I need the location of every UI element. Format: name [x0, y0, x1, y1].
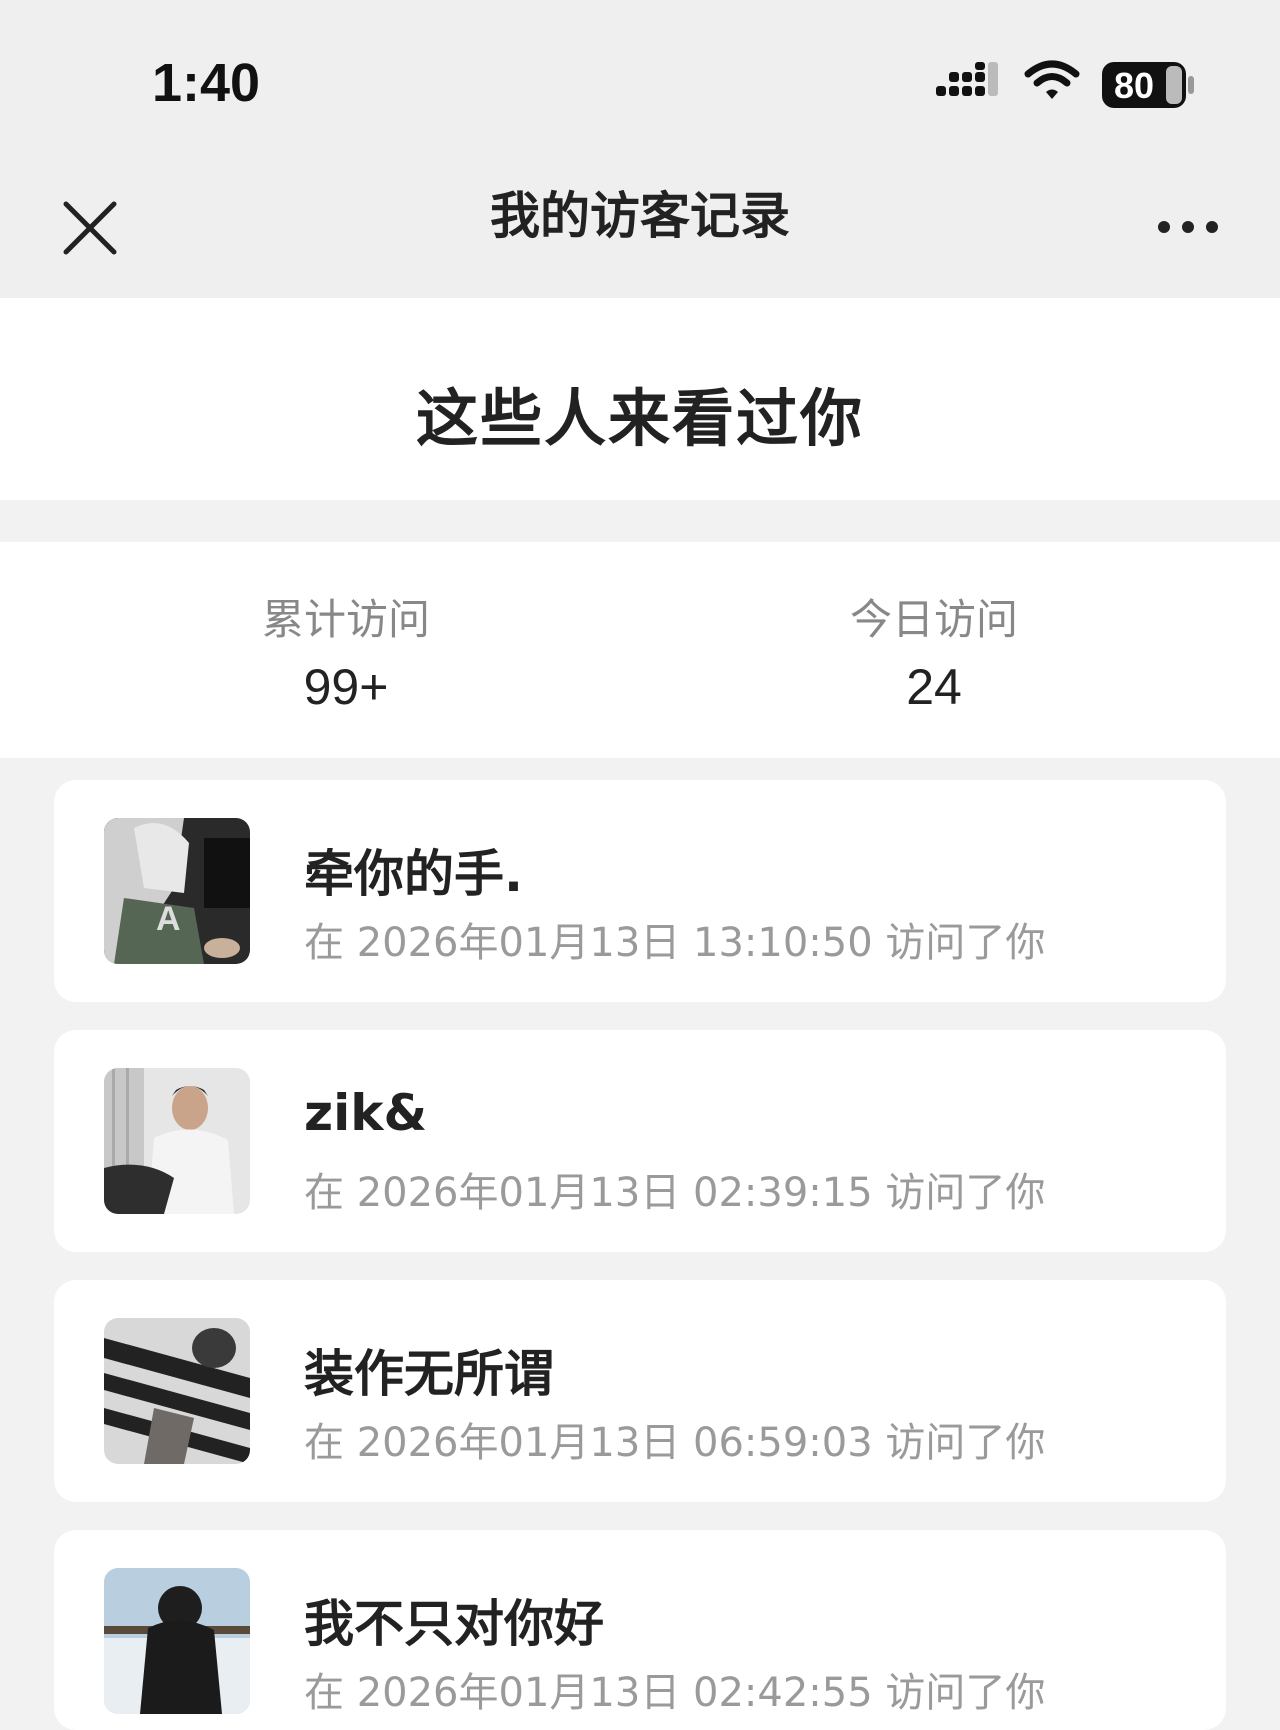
page-title: 我的访客记录	[490, 187, 790, 245]
visitor-card[interactable]: A 牵你的手. 在 2026年01月13日 13:10:50 访问了你	[54, 780, 1226, 1002]
visit-time: 在 2026年01月13日 13:10:50 访问了你	[304, 920, 1046, 966]
visitor-card[interactable]: zik& 在 2026年01月13日 02:39:15 访问了你	[54, 1030, 1226, 1252]
hero-title: 这些人来看过你	[415, 382, 864, 455]
visitor-name: 牵你的手.	[304, 845, 523, 903]
svg-text:A: A	[156, 900, 181, 938]
battery-level: 80	[1114, 65, 1154, 106]
today-visits-value: 24	[906, 659, 962, 715]
avatar[interactable]	[104, 1318, 250, 1464]
total-visits-label: 累计访问	[261, 595, 430, 644]
visitor-card[interactable]: 装作无所谓 在 2026年01月13日 06:59:03 访问了你	[54, 1280, 1226, 1502]
visitor-name: 装作无所谓	[304, 1345, 554, 1403]
today-visits-label: 今日访问	[849, 595, 1018, 644]
status-time: 1:40	[152, 53, 261, 113]
cellular-signal-icon	[936, 62, 1000, 110]
stats-panel	[0, 542, 1280, 758]
wifi-icon	[1024, 60, 1080, 108]
avatar[interactable]	[104, 1568, 250, 1714]
visit-time: 在 2026年01月13日 02:42:55 访问了你	[304, 1670, 1046, 1716]
visit-time: 在 2026年01月13日 02:39:15 访问了你	[304, 1170, 1046, 1216]
battery-icon: 80	[1102, 62, 1194, 112]
visitor-name: zik&	[304, 1084, 428, 1142]
visitor-name: 我不只对你好	[304, 1595, 604, 1653]
visitor-card[interactable]: 我不只对你好 在 2026年01月13日 02:42:55 访问了你	[54, 1530, 1226, 1730]
more-dots-icon[interactable]	[1156, 216, 1220, 238]
visit-time: 在 2026年01月13日 06:59:03 访问了你	[304, 1420, 1046, 1466]
avatar[interactable]: A	[104, 818, 250, 964]
avatar[interactable]	[104, 1068, 250, 1214]
total-visits-value: 99+	[303, 659, 389, 715]
